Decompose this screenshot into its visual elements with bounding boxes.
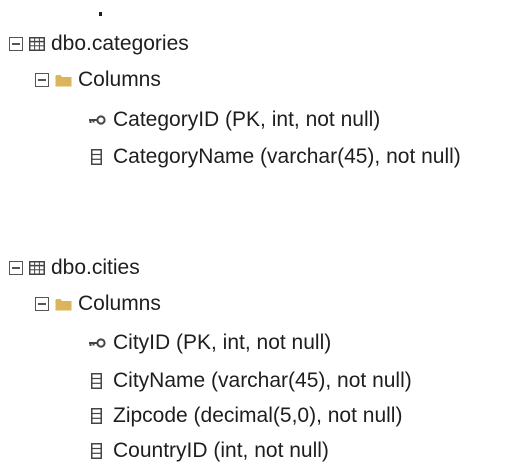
collapse-icon[interactable] xyxy=(35,297,49,311)
tree-node-column[interactable]: CategoryID (PK, int, not null) xyxy=(88,102,380,138)
column-label: CategoryName (varchar(45), not null) xyxy=(113,145,461,168)
column-label: CityName (varchar(45), not null) xyxy=(113,369,412,392)
folder-icon xyxy=(55,298,72,311)
tree-node-column[interactable]: CountryID (int, not null) xyxy=(88,433,329,469)
tree-node-table-categories[interactable]: dbo.categories xyxy=(9,26,189,62)
tree-node-table-cities[interactable]: dbo.cities xyxy=(9,250,140,286)
collapse-icon[interactable] xyxy=(9,37,23,51)
tree-node-column[interactable]: CategoryName (varchar(45), not null) xyxy=(88,139,461,175)
collapse-icon[interactable] xyxy=(35,73,49,87)
tree-node-columns-folder[interactable]: Columns xyxy=(35,62,161,98)
column-icon xyxy=(91,443,102,459)
column-icon xyxy=(91,373,102,389)
column-icon xyxy=(91,149,102,165)
folder-label: Columns xyxy=(78,68,161,91)
tree-node-column[interactable]: CityID (PK, int, not null) xyxy=(88,325,331,361)
table-name: dbo.cities xyxy=(51,256,140,279)
column-label: CountryID (int, not null) xyxy=(113,439,329,462)
column-label: CityID (PK, int, not null) xyxy=(113,331,332,354)
tree-node-column[interactable]: CityName (varchar(45), not null) xyxy=(88,363,412,399)
folder-label: Columns xyxy=(78,292,161,315)
column-icon xyxy=(91,408,102,424)
folder-icon xyxy=(55,74,72,87)
table-name: dbo.categories xyxy=(51,32,189,55)
tree-node-columns-folder[interactable]: Columns xyxy=(35,286,161,322)
stray-dot xyxy=(99,12,102,16)
column-label: CategoryID (PK, int, not null) xyxy=(113,108,381,131)
column-label: Zipcode (decimal(5,0), not null) xyxy=(113,404,403,427)
collapse-icon[interactable] xyxy=(9,261,23,275)
key-icon xyxy=(88,338,106,348)
tree-node-column[interactable]: Zipcode (decimal(5,0), not null) xyxy=(88,398,402,434)
table-icon xyxy=(29,37,45,51)
key-icon xyxy=(88,115,106,125)
table-icon xyxy=(29,261,45,275)
